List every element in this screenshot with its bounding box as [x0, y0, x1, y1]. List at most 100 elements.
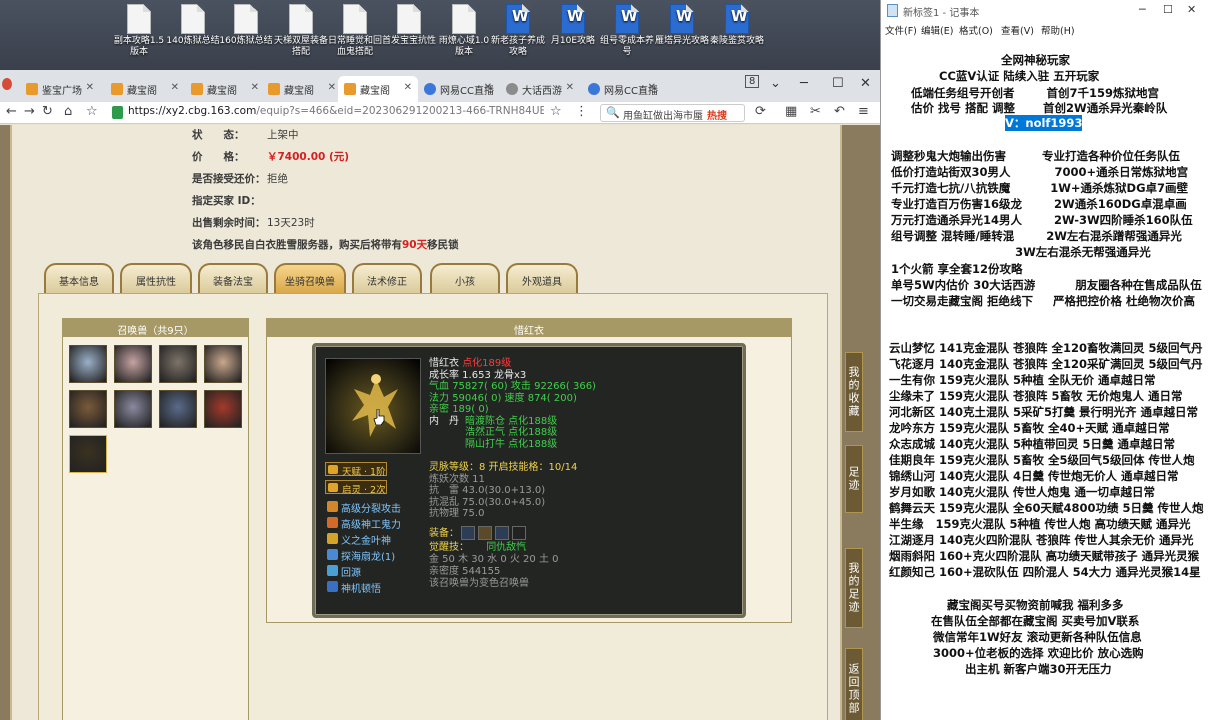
- equip-slot-1[interactable]: [461, 526, 475, 540]
- pet-skill[interactable]: 回源: [327, 564, 361, 579]
- browser-tab[interactable]: 大话西游 ✕: [500, 76, 580, 102]
- browser-tab[interactable]: 藏宝阁 ✕: [262, 76, 342, 102]
- chevron-down-icon[interactable]: ⌄: [770, 76, 781, 91]
- notepad-line: 全网神秘玩家: [1001, 53, 1070, 67]
- pet-skill[interactable]: 探海扇龙(1): [327, 548, 395, 563]
- secure-lock-icon: [112, 106, 123, 119]
- desktop-file-icon[interactable]: 天梯双屋装备搭配: [274, 4, 328, 58]
- side-nav-button[interactable]: 返回顶部: [845, 648, 863, 720]
- pet-thumbnail[interactable]: [69, 345, 107, 383]
- tab-close-icon[interactable]: ✕: [251, 82, 259, 93]
- equip-slot-3[interactable]: [495, 526, 509, 540]
- mp-label: 法力: [429, 392, 453, 404]
- tab-close-icon[interactable]: ✕: [404, 82, 412, 93]
- info-tab[interactable]: 法术修正: [352, 263, 422, 293]
- back-icon[interactable]: ←: [6, 104, 17, 119]
- equip-slot-2[interactable]: [478, 526, 492, 540]
- browser-tab[interactable]: 网易CC直播 ✕: [582, 76, 662, 102]
- tab-close-icon[interactable]: ✕: [328, 82, 336, 93]
- desktop-file-icon[interactable]: 日常睡觉和回血鬼搭配: [328, 4, 382, 58]
- search-box[interactable]: 🔍 用鱼缸做出海市蜃 热搜: [600, 104, 745, 122]
- browser-tab[interactable]: 藏宝阁 ✕: [185, 76, 265, 102]
- skill-icon: [327, 549, 338, 560]
- pet-thumbnail[interactable]: [159, 345, 197, 383]
- spd-value: 874( 200): [527, 392, 577, 404]
- side-nav-button[interactable]: 我的收藏: [845, 352, 863, 432]
- notepad-menu-item[interactable]: 格式(O): [959, 23, 993, 37]
- tab-close-icon[interactable]: ✕: [484, 82, 492, 93]
- notepad-menu-item[interactable]: 文件(F): [885, 23, 917, 37]
- np-maximize-icon[interactable]: ☐: [1163, 3, 1173, 16]
- pet-skill[interactable]: 高级分裂攻击: [327, 500, 401, 515]
- status-row: 状 态： 上架中: [192, 127, 299, 142]
- pet-thumbnail[interactable]: [159, 390, 197, 428]
- notepad-menu-item[interactable]: 编辑(E): [921, 23, 953, 37]
- bookmark-star-icon[interactable]: ☆: [86, 104, 98, 119]
- transform-note: 该召唤兽为变色召唤兽: [429, 578, 529, 589]
- close-window-icon[interactable]: ✕: [860, 76, 871, 91]
- undo-icon[interactable]: ↶: [834, 104, 845, 119]
- talent-badge[interactable]: 天赋 · 1阶: [325, 462, 387, 478]
- pet-skill[interactable]: 义之金叶神: [327, 532, 391, 547]
- browser-tab[interactable]: 藏宝阁 ✕: [105, 76, 185, 102]
- maximize-icon[interactable]: ☐: [832, 76, 844, 91]
- info-tab[interactable]: 坐骑召唤兽: [274, 263, 346, 293]
- desktop-file-icon[interactable]: 副本攻略1.5版本: [112, 4, 166, 58]
- forward-icon[interactable]: →: [24, 104, 35, 119]
- notepad-line: 半生缘 159克火混队 5种植 传世人炮 高功绩天赋 通异光: [889, 517, 1191, 531]
- browser-tab[interactable]: 网易CC直播 ✕: [418, 76, 498, 102]
- pet-skill[interactable]: 神机顿悟: [327, 580, 381, 595]
- browser-tab[interactable]: 鉴宝广场 ✕: [20, 76, 100, 102]
- np-close-icon[interactable]: ✕: [1187, 3, 1196, 16]
- browser-logo-icon[interactable]: [2, 78, 12, 90]
- tab-count-badge[interactable]: 8: [745, 75, 760, 88]
- favorite-star-icon[interactable]: ☆: [550, 104, 562, 119]
- pet-thumbnail[interactable]: [114, 390, 152, 428]
- desktop-file-icon[interactable]: 雁塔异光攻略: [655, 4, 709, 47]
- notepad-text-area[interactable]: 全网神秘玩家 CC蓝V认证 陆续入驻 五开玩家 低端任务组号开创者 首创7千159炼…: [881, 38, 1208, 720]
- info-tab[interactable]: 外观道具: [506, 263, 578, 293]
- tab-close-icon[interactable]: ✕: [171, 82, 179, 93]
- url-field[interactable]: https://xy2.cbg.163.com/equip?s=466&eid=…: [112, 105, 544, 122]
- info-tab[interactable]: 小孩: [430, 263, 500, 293]
- pet-thumbnail[interactable]: [69, 390, 107, 428]
- info-tab[interactable]: 基本信息: [44, 263, 114, 293]
- minimize-icon[interactable]: ─: [800, 76, 808, 91]
- desktop-file-label: 秦陵鉴赏攻略: [710, 36, 765, 46]
- desktop-file-icon[interactable]: 雨燎心域1.0版本: [437, 4, 491, 58]
- tab-close-icon[interactable]: ✕: [648, 82, 656, 93]
- desktop-file-icon[interactable]: 秦陵鉴赏攻略: [710, 4, 764, 47]
- pet-thumbnail[interactable]: [69, 435, 107, 473]
- screenshot-scissors-icon[interactable]: ✂: [810, 104, 821, 119]
- desktop-file-icon[interactable]: 新老孩子养成攻略: [491, 4, 545, 58]
- pet-thumbnail[interactable]: [114, 345, 152, 383]
- sync-icon[interactable]: ⟳: [755, 104, 766, 119]
- notepad-menu-item[interactable]: 查看(V): [1001, 23, 1034, 37]
- notepad-menu-item[interactable]: 帮助(H): [1041, 23, 1075, 37]
- tab-close-icon[interactable]: ✕: [86, 82, 94, 93]
- side-nav-button[interactable]: 足迹: [845, 445, 863, 513]
- desktop-file-icon[interactable]: 首发宝宝抗性: [382, 4, 436, 47]
- word-document-icon: [670, 4, 694, 34]
- pet-skill[interactable]: 高级神工鬼力: [327, 516, 401, 531]
- reload-icon[interactable]: ↻: [42, 104, 53, 119]
- pet-thumbnail[interactable]: [204, 345, 242, 383]
- browser-tab[interactable]: 藏宝阁 ✕: [338, 76, 418, 102]
- browser-menu-icon[interactable]: ≡: [858, 104, 869, 119]
- qiling-badge[interactable]: 启灵 · 2次: [325, 480, 387, 496]
- desktop-file-icon[interactable]: 160炼狱总结: [219, 4, 273, 47]
- url-path: /equip?s=466&eid=202306291200213-466-TRN…: [256, 105, 544, 117]
- equip-slot-4[interactable]: [512, 526, 526, 540]
- info-tab[interactable]: 装备法宝: [198, 263, 268, 293]
- side-nav-button[interactable]: 我的足迹: [845, 548, 863, 628]
- home-icon[interactable]: ⌂: [64, 104, 72, 119]
- extensions-icon[interactable]: ▦: [785, 104, 797, 119]
- info-tab[interactable]: 属性抗性: [120, 263, 192, 293]
- desktop-file-icon[interactable]: 组号零成本养号: [600, 4, 654, 58]
- tab-close-icon[interactable]: ✕: [566, 82, 574, 93]
- menu-dots-icon[interactable]: ⋮: [575, 104, 588, 119]
- desktop-file-icon[interactable]: 140炼狱总结: [166, 4, 220, 47]
- np-minimize-icon[interactable]: ─: [1139, 3, 1146, 16]
- desktop-file-icon[interactable]: 月10E攻略: [546, 4, 600, 47]
- pet-thumbnail[interactable]: [204, 390, 242, 428]
